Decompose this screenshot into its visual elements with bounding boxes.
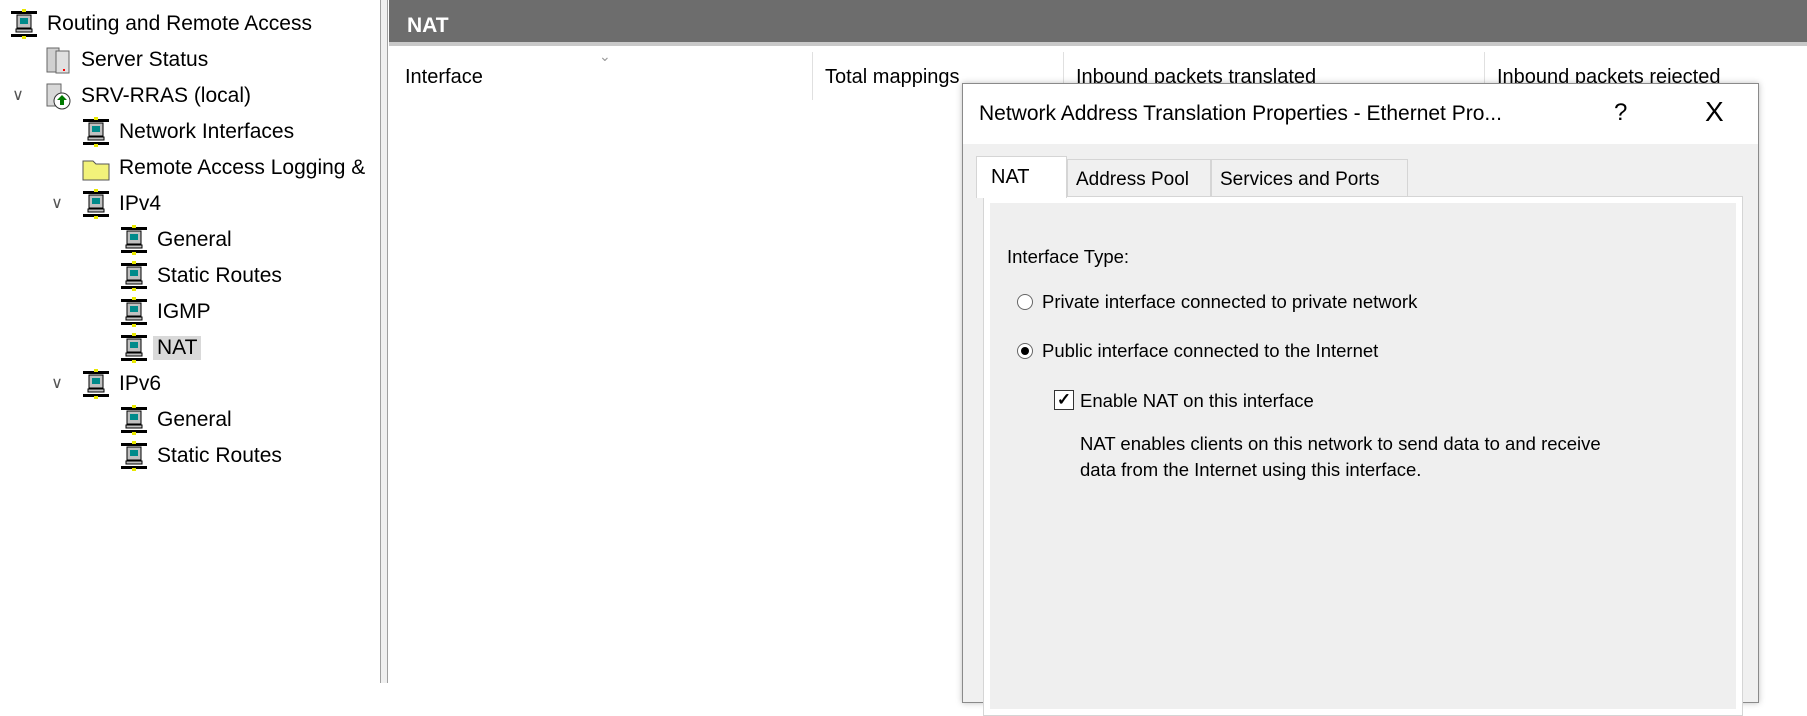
tree-item[interactable]: General <box>119 403 236 437</box>
network-computer-icon <box>119 405 149 435</box>
tab-nat[interactable]: NAT <box>976 156 1067 198</box>
expand-chevron-icon[interactable]: ∨ <box>47 193 67 213</box>
public-interface-label[interactable]: Public interface connected to the Intern… <box>1042 340 1378 362</box>
tree-item[interactable]: Network Interfaces <box>81 115 298 149</box>
tree-item-label: NAT <box>153 336 202 360</box>
tree-item[interactable]: IPv6 <box>81 367 165 401</box>
tree-item-label: IPv6 <box>119 372 162 395</box>
tree-item[interactable]: Static Routes <box>119 259 286 293</box>
server-icon <box>43 45 73 75</box>
network-computer-icon <box>119 225 149 255</box>
tree-item-label: Routing and Remote Access <box>47 12 312 35</box>
tree-item[interactable]: General <box>119 223 236 257</box>
tab-address-pool[interactable]: Address Pool <box>1067 159 1211 197</box>
expand-chevron-icon[interactable]: ∨ <box>8 85 28 105</box>
pane-title: NAT <box>389 0 1807 46</box>
private-interface-radio[interactable] <box>1017 294 1033 310</box>
nat-properties-dialog: Network Address Translation Properties -… <box>962 83 1759 716</box>
enable-nat-checkbox[interactable]: ✓ <box>1054 390 1074 410</box>
tab-services-and-ports[interactable]: Services and Ports <box>1211 159 1408 197</box>
private-interface-label[interactable]: Private interface connected to private n… <box>1042 291 1417 313</box>
tree-item[interactable]: IGMP <box>119 295 215 329</box>
expand-chevron-icon[interactable]: ∨ <box>47 373 67 393</box>
network-computer-icon <box>81 117 111 147</box>
network-computer-icon <box>81 369 111 399</box>
tree-item[interactable]: NAT <box>119 331 202 365</box>
tree-item-label: IGMP <box>157 300 211 323</box>
folder-icon <box>81 153 111 183</box>
tree-item-label: General <box>157 228 232 251</box>
tree-item-label: SRV-RRAS (local) <box>81 84 251 107</box>
dialog-titlebar: Network Address Translation Properties -… <box>963 84 1758 144</box>
sort-chevron-icon: ⌄ <box>599 48 611 64</box>
column-header-interface[interactable]: Interface <box>405 66 483 89</box>
tree-item[interactable]: IPv4 <box>81 187 165 221</box>
tree-item[interactable]: Remote Access Logging & <box>81 151 369 185</box>
network-computer-icon <box>119 333 149 363</box>
tree-item-label: Static Routes <box>157 444 282 467</box>
network-computer-icon <box>119 261 149 291</box>
dialog-title: Network Address Translation Properties -… <box>979 102 1502 125</box>
tree-item-label: General <box>157 408 232 431</box>
help-button[interactable]: ? <box>1614 99 1627 127</box>
public-interface-radio[interactable] <box>1017 343 1033 359</box>
tree-item-label: Network Interfaces <box>119 120 295 143</box>
interface-type-label: Interface Type: <box>1007 246 1130 267</box>
enable-nat-label[interactable]: Enable NAT on this interface <box>1080 390 1314 412</box>
tree-item[interactable]: Routing and Remote Access <box>9 7 316 41</box>
tree-item[interactable]: SRV-RRAS (local) <box>43 79 255 113</box>
console-tree: Routing and Remote Access Server Status ∨ S… <box>0 0 388 683</box>
tab-panel: Interface Type: Private interface connec… <box>983 196 1743 716</box>
tree-item[interactable]: Server Status <box>43 43 212 77</box>
column-header-total-mappings[interactable]: Total mappings <box>825 66 960 89</box>
close-button[interactable]: X <box>1705 96 1724 128</box>
network-computer-icon <box>9 9 39 39</box>
tree-item[interactable]: Static Routes <box>119 439 286 473</box>
nat-description-line1: NAT enables clients on this network to s… <box>1080 433 1601 454</box>
tree-item-label: Static Routes <box>157 264 282 287</box>
tree-item-label: IPv4 <box>119 192 162 215</box>
network-computer-icon <box>119 297 149 327</box>
server-up-icon <box>43 81 73 111</box>
nat-description-line2: data from the Internet using this interf… <box>1080 459 1422 480</box>
network-computer-icon <box>81 189 111 219</box>
network-computer-icon <box>119 441 149 471</box>
tree-item-label: Server Status <box>81 48 209 71</box>
tree-item-label: Remote Access Logging & <box>119 156 366 179</box>
